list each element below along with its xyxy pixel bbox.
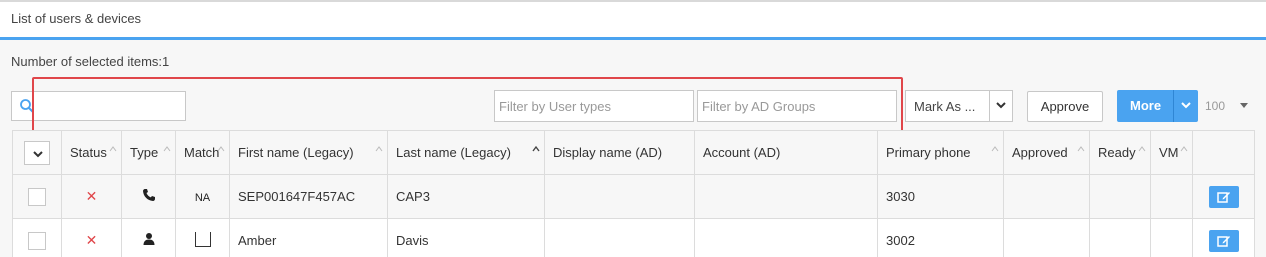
account-cell bbox=[694, 174, 878, 219]
sort-icon bbox=[109, 146, 117, 152]
user-icon bbox=[143, 233, 154, 245]
column-header-type[interactable]: Type bbox=[121, 130, 176, 175]
edit-button[interactable] bbox=[1208, 229, 1239, 252]
type-cell bbox=[121, 218, 176, 257]
edit-button[interactable] bbox=[1208, 185, 1239, 208]
column-label: Display name (AD) bbox=[553, 145, 663, 160]
last-name-cell: Davis bbox=[387, 218, 545, 257]
status-cell: ✕ bbox=[61, 174, 122, 219]
ready-cell bbox=[1089, 174, 1151, 219]
column-label: Approved bbox=[1012, 145, 1068, 160]
highlight-box bbox=[32, 77, 903, 138]
select-all-dropdown[interactable] bbox=[24, 140, 50, 165]
row-checkbox[interactable] bbox=[28, 187, 46, 206]
column-label: Ready bbox=[1098, 145, 1136, 160]
selected-items-count: Number of selected items:1 bbox=[11, 54, 170, 69]
column-header-last-name[interactable]: Last name (Legacy) bbox=[387, 130, 545, 175]
sort-ascending-icon bbox=[532, 145, 540, 152]
sort-icon bbox=[1180, 146, 1188, 152]
sort-icon bbox=[1077, 146, 1085, 152]
column-header-account[interactable]: Account (AD) bbox=[694, 130, 878, 175]
select-all-header bbox=[12, 130, 62, 175]
page-size-value: 100 bbox=[1205, 99, 1226, 113]
chevron-down-icon[interactable] bbox=[994, 98, 1008, 112]
ready-cell bbox=[1089, 218, 1151, 257]
column-label: Account (AD) bbox=[703, 145, 781, 160]
vm-cell bbox=[1150, 174, 1193, 219]
table-row[interactable]: ✕ Amber Davis 3002 bbox=[12, 218, 1255, 257]
sort-icon bbox=[163, 146, 171, 152]
match-empty-icon bbox=[194, 231, 211, 247]
column-label: Match bbox=[184, 145, 220, 160]
approved-cell bbox=[1003, 174, 1090, 219]
vm-cell bbox=[1150, 218, 1193, 257]
primary-phone-cell: 3002 bbox=[877, 218, 1004, 257]
more-button[interactable]: More bbox=[1117, 90, 1198, 122]
display-name-cell bbox=[544, 174, 695, 219]
column-header-display-name[interactable]: Display name (AD) bbox=[544, 130, 695, 175]
row-select-cell bbox=[12, 218, 62, 257]
match-cell: NA bbox=[175, 174, 230, 219]
page-header: List of users & devices bbox=[0, 2, 1266, 38]
chevron-down-icon[interactable] bbox=[1179, 98, 1193, 112]
status-error-icon: ✕ bbox=[85, 232, 98, 248]
primary-phone-cell: 3030 bbox=[877, 174, 1004, 219]
edit-icon bbox=[1216, 235, 1230, 247]
mark-as-dropdown[interactable]: Mark As ... bbox=[905, 90, 1013, 122]
caret-down-icon bbox=[1240, 103, 1248, 108]
chevron-down-icon bbox=[33, 150, 43, 157]
column-header-first-name[interactable]: First name (Legacy) bbox=[229, 130, 388, 175]
column-label: Last name (Legacy) bbox=[396, 145, 511, 160]
more-divider bbox=[1173, 90, 1174, 122]
page-title: List of users & devices bbox=[11, 11, 142, 26]
first-name-cell: Amber bbox=[229, 218, 388, 257]
status-error-icon: ✕ bbox=[85, 188, 98, 204]
column-label: Status bbox=[70, 145, 107, 160]
column-label: VM bbox=[1159, 145, 1179, 160]
actions-cell bbox=[1192, 174, 1255, 219]
table-row[interactable]: ✕ NA SEP001647F457AC CAP3 3030 bbox=[12, 174, 1255, 219]
sort-icon bbox=[991, 146, 999, 152]
mark-as-divider bbox=[989, 91, 990, 121]
more-label: More bbox=[1130, 98, 1162, 113]
phone-icon bbox=[142, 189, 155, 201]
column-label: Primary phone bbox=[886, 145, 971, 160]
status-cell: ✕ bbox=[61, 218, 122, 257]
column-header-vm[interactable]: VM bbox=[1150, 130, 1193, 175]
mark-as-label: Mark As ... bbox=[914, 99, 976, 114]
column-header-ready[interactable]: Ready bbox=[1089, 130, 1151, 175]
column-header-actions bbox=[1192, 130, 1255, 175]
column-header-status[interactable]: Status bbox=[61, 130, 122, 175]
column-header-primary-phone[interactable]: Primary phone bbox=[877, 130, 1004, 175]
column-label: Type bbox=[130, 145, 159, 160]
approved-cell bbox=[1003, 218, 1090, 257]
account-cell bbox=[694, 218, 878, 257]
table-header-row: Status Type Match First name (Legacy) La… bbox=[12, 130, 1255, 175]
sort-icon bbox=[1138, 146, 1146, 152]
match-value: NA bbox=[194, 192, 211, 204]
users-devices-table: Status Type Match First name (Legacy) La… bbox=[12, 130, 1255, 257]
first-name-cell: SEP001647F457AC bbox=[229, 174, 388, 219]
actions-cell bbox=[1192, 218, 1255, 257]
sort-icon bbox=[217, 146, 225, 152]
edit-icon bbox=[1216, 191, 1230, 203]
display-name-cell bbox=[544, 218, 695, 257]
last-name-cell: CAP3 bbox=[387, 174, 545, 219]
column-header-approved[interactable]: Approved bbox=[1003, 130, 1090, 175]
page-size-select[interactable]: 100 bbox=[1200, 91, 1254, 121]
match-cell bbox=[175, 218, 230, 257]
row-checkbox[interactable] bbox=[28, 231, 46, 250]
type-cell bbox=[121, 174, 176, 219]
row-select-cell bbox=[12, 174, 62, 219]
sort-icon bbox=[375, 146, 383, 152]
column-label: First name (Legacy) bbox=[238, 145, 354, 160]
approve-button[interactable]: Approve bbox=[1027, 91, 1103, 122]
column-header-match[interactable]: Match bbox=[175, 130, 230, 175]
